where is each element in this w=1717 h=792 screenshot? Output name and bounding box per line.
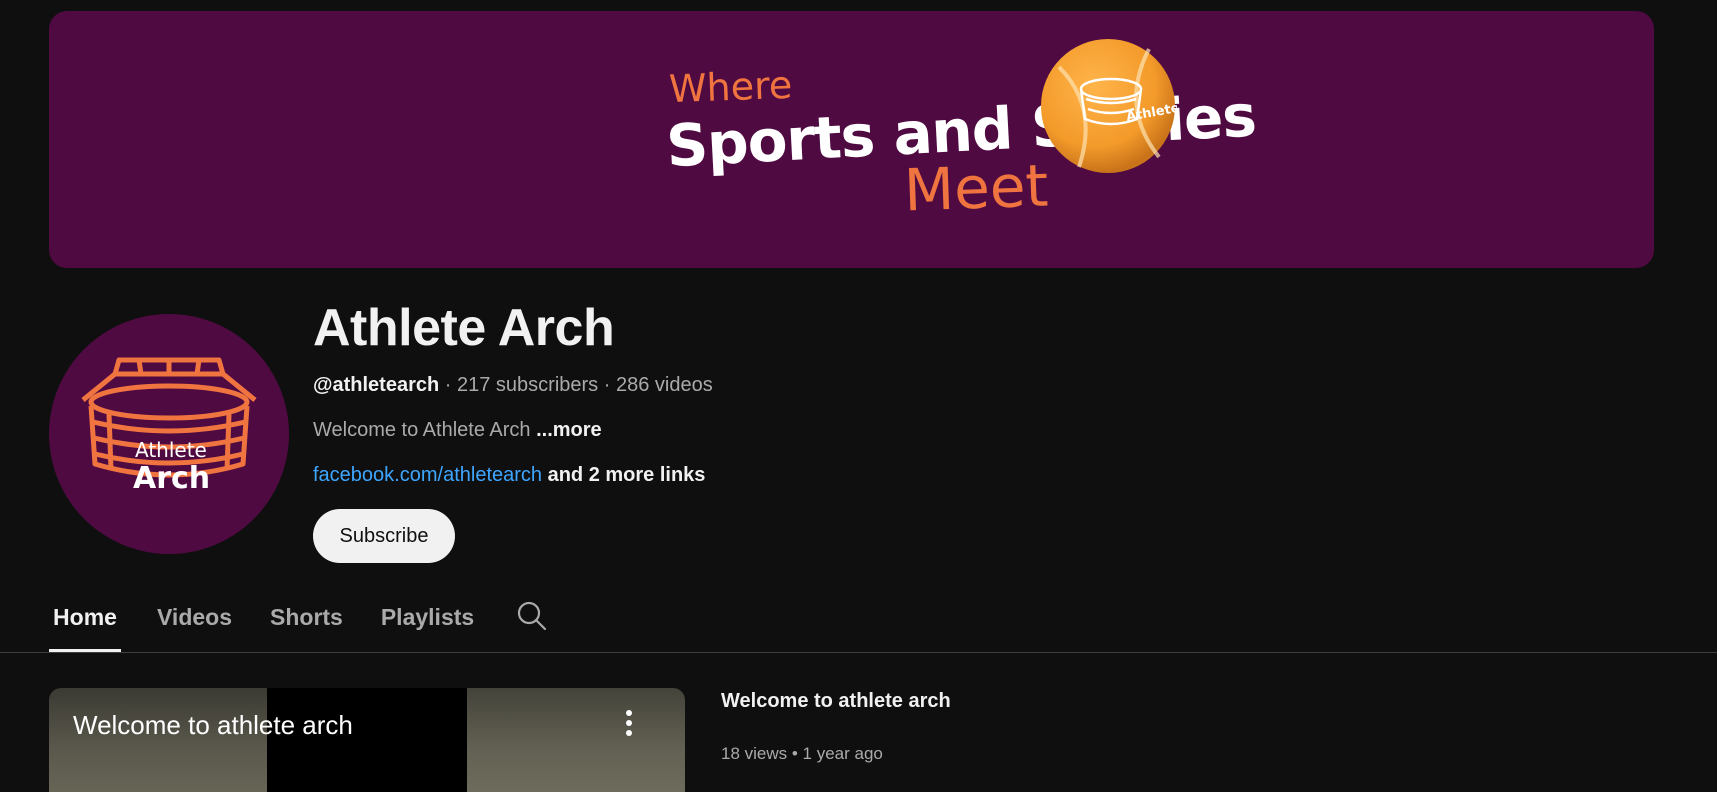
tab-playlists[interactable]: Playlists — [381, 596, 474, 652]
upload-age: 1 year ago — [802, 744, 883, 763]
channel-title: Athlete Arch — [313, 299, 615, 357]
tennis-ball-logo: Athlete Arch — [1041, 39, 1177, 173]
more-vert-icon[interactable] — [619, 708, 639, 738]
meta-separator-1: · — [439, 374, 457, 396]
thumbnail-title: Welcome to athlete arch — [73, 710, 353, 740]
subscriber-count: 217 subscribers — [457, 374, 599, 396]
banner-where-text: Where — [668, 62, 793, 112]
search-icon[interactable] — [516, 600, 548, 632]
meta-separator-2: · — [598, 374, 616, 396]
facebook-link[interactable]: facebook.com/athletearch — [313, 464, 542, 486]
channel-handle: @athletearch — [313, 374, 440, 396]
featured-video-thumbnail[interactable]: Welcome to athlete arch — [49, 688, 685, 792]
description-more-link[interactable]: ...more — [536, 419, 602, 441]
stadium-logo-icon: Athlete Arch — [81, 357, 257, 496]
channel-avatar[interactable]: Athlete Arch — [49, 314, 289, 554]
featured-video-meta: 18 views • 1 year ago — [721, 744, 883, 764]
channel-banner: Where Sports and Stories Meet Athlete Ar… — [49, 11, 1654, 268]
channel-tabs: Home Videos Shorts Playlists — [49, 596, 512, 652]
channel-description[interactable]: Welcome to Athlete Arch ...more — [313, 419, 602, 442]
tab-shorts[interactable]: Shorts — [270, 596, 343, 652]
tab-home[interactable]: Home — [49, 596, 121, 652]
more-links-button[interactable]: and 2 more links — [542, 464, 706, 486]
view-count: 18 views — [721, 744, 788, 763]
thumbnail-right-panel — [467, 688, 685, 792]
featured-video-title[interactable]: Welcome to athlete arch — [721, 690, 951, 713]
tabs-divider — [0, 652, 1717, 653]
video-count: 286 videos — [615, 374, 713, 396]
subscribe-button[interactable]: Subscribe — [313, 509, 455, 563]
channel-meta: @athletearch · 217 subscribers · 286 vid… — [313, 374, 713, 397]
banner-meet-text: Meet — [902, 151, 1050, 225]
avatar-text-top: Athlete — [135, 438, 207, 462]
tab-videos[interactable]: Videos — [157, 596, 232, 652]
meta-dot: • — [787, 744, 803, 763]
description-text: Welcome to Athlete Arch — [313, 419, 537, 441]
avatar-text-bottom: Arch — [133, 461, 210, 496]
channel-links: facebook.com/athletearch and 2 more link… — [313, 464, 705, 487]
